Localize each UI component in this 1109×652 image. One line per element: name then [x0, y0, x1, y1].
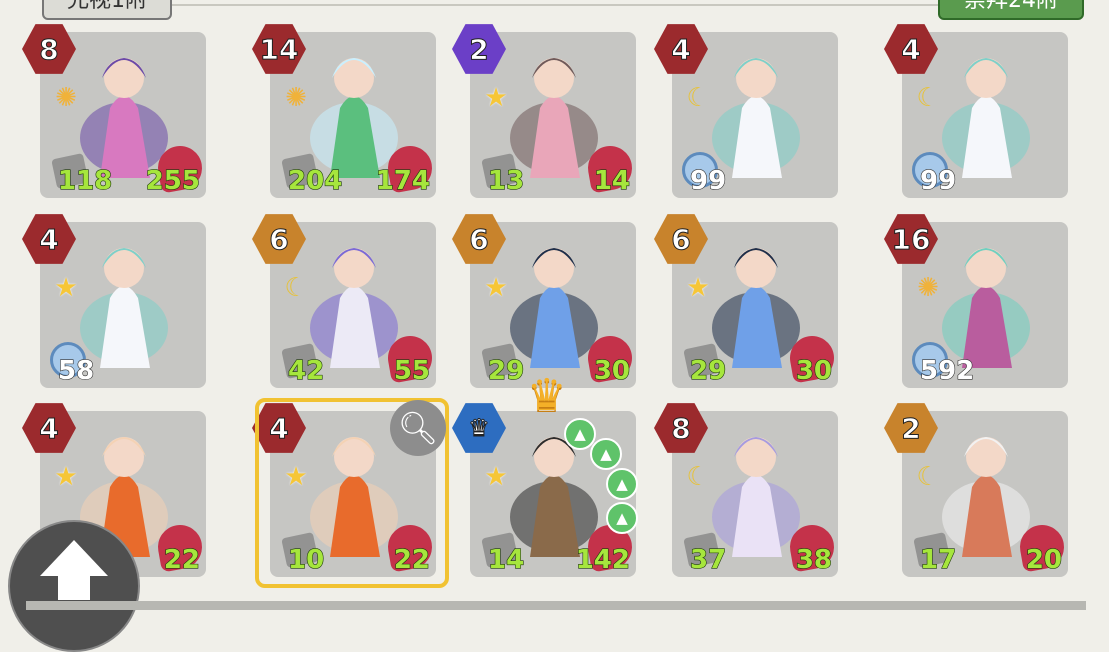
unit-card[interactable]: 6 ☾ 42 55 — [252, 214, 436, 388]
star-icon: ★ — [686, 273, 710, 303]
bottom-scrollbar[interactable] — [26, 601, 1086, 610]
unit-card[interactable]: 6 ★ 29 30 — [452, 214, 636, 388]
moon-icon: ☾ — [686, 462, 710, 492]
attack-value: 99 — [919, 165, 957, 196]
upgrade-arrow-icon: ▲ — [606, 502, 638, 534]
hp-value: 174 — [375, 165, 430, 196]
upgrade-arrow-icon: ▲ — [590, 438, 622, 470]
attack-value: 118 — [57, 165, 113, 196]
hp-value: 142 — [575, 544, 630, 575]
star-icon: ★ — [54, 462, 78, 492]
attack-value: 29 — [487, 355, 525, 386]
level-badge: 2 — [884, 403, 938, 453]
level-badge: 4 — [654, 24, 708, 74]
attack-value: 13 — [487, 165, 525, 196]
hp-value: 22 — [163, 544, 200, 575]
unit-card[interactable]: 4 ★ 58 — [22, 214, 206, 388]
hp-value: 30 — [795, 355, 832, 386]
tab-right[interactable]: 崇拜24附 — [938, 0, 1084, 20]
moon-icon: ☾ — [916, 462, 940, 492]
white-whale-portrait — [942, 58, 1030, 178]
level-badge: 4 — [22, 214, 76, 264]
level-badge: 4 — [22, 403, 76, 453]
level-badge: 2 — [452, 24, 506, 74]
tentacle-lady-portrait — [942, 248, 1030, 368]
upload-button[interactable] — [8, 520, 140, 652]
unit-card[interactable]: 8 ☾ 37 38 — [654, 403, 838, 577]
attack-value: 29 — [689, 355, 727, 386]
attack-value: 58 — [57, 355, 95, 386]
level-badge: 8 — [22, 24, 76, 74]
star-icon: ★ — [54, 273, 78, 303]
level-badge: 14 — [252, 24, 306, 74]
level-badge: 6 — [452, 214, 506, 264]
unit-card[interactable]: 4 ☾ 99 — [654, 24, 838, 198]
star-icon: ★ — [484, 462, 508, 492]
hp-value: 14 — [593, 165, 630, 196]
attack-value: 42 — [287, 355, 325, 386]
level-badge: 4 — [884, 24, 938, 74]
attack-value: 592 — [919, 355, 975, 386]
hp-value: 55 — [393, 355, 430, 386]
hp-value: 38 — [795, 544, 832, 575]
unit-card[interactable]: 2 ★ 13 14 — [452, 24, 636, 198]
upgrade-arrow-icon: ▲ — [606, 468, 638, 500]
star-icon: ★ — [484, 83, 508, 113]
sun-icon: ✺ — [285, 83, 307, 113]
level-badge: ♛ — [452, 403, 506, 453]
tab-left[interactable]: 允视1附 — [42, 0, 172, 20]
unit-card[interactable]: 2 ☾ 17 20 — [884, 403, 1068, 577]
unit-card[interactable]: 14 ✺ 204 174 — [252, 24, 436, 198]
level-badge: 16 — [884, 214, 938, 264]
hp-value: 30 — [593, 355, 630, 386]
white-whale-portrait — [712, 58, 800, 178]
unit-card[interactable]: 4 ☾ 99 — [884, 24, 1068, 198]
unit-card[interactable]: 6 ★ 29 30 — [654, 214, 838, 388]
hp-value: 20 — [1025, 544, 1062, 575]
attack-value: 17 — [919, 544, 957, 575]
attack-value: 37 — [689, 544, 727, 575]
top-divider — [168, 4, 938, 6]
moon-icon: ☾ — [686, 83, 710, 113]
level-badge: 6 — [654, 214, 708, 264]
level-badge: 8 — [654, 403, 708, 453]
unit-card[interactable]: 16 ✺ 592 — [884, 214, 1068, 388]
white-whale-portrait — [80, 248, 168, 368]
crown-icon: ♛ — [527, 370, 567, 421]
upload-arrow-icon — [40, 540, 108, 576]
unit-card[interactable]: 8 ✺ 118 255 — [22, 24, 206, 198]
level-badge: 6 — [252, 214, 306, 264]
sun-icon: ✺ — [55, 83, 77, 113]
upload-arrow-stem — [58, 574, 90, 600]
magnifier-icon[interactable]: 🔍︎ — [390, 400, 446, 456]
star-icon: ★ — [484, 273, 508, 303]
attack-value: 14 — [487, 544, 525, 575]
hp-value: 255 — [145, 165, 200, 196]
attack-value: 99 — [689, 165, 727, 196]
moon-icon: ☾ — [916, 83, 940, 113]
moon-icon: ☾ — [284, 273, 308, 303]
attack-value: 204 — [287, 165, 343, 196]
sun-icon: ✺ — [917, 273, 939, 303]
